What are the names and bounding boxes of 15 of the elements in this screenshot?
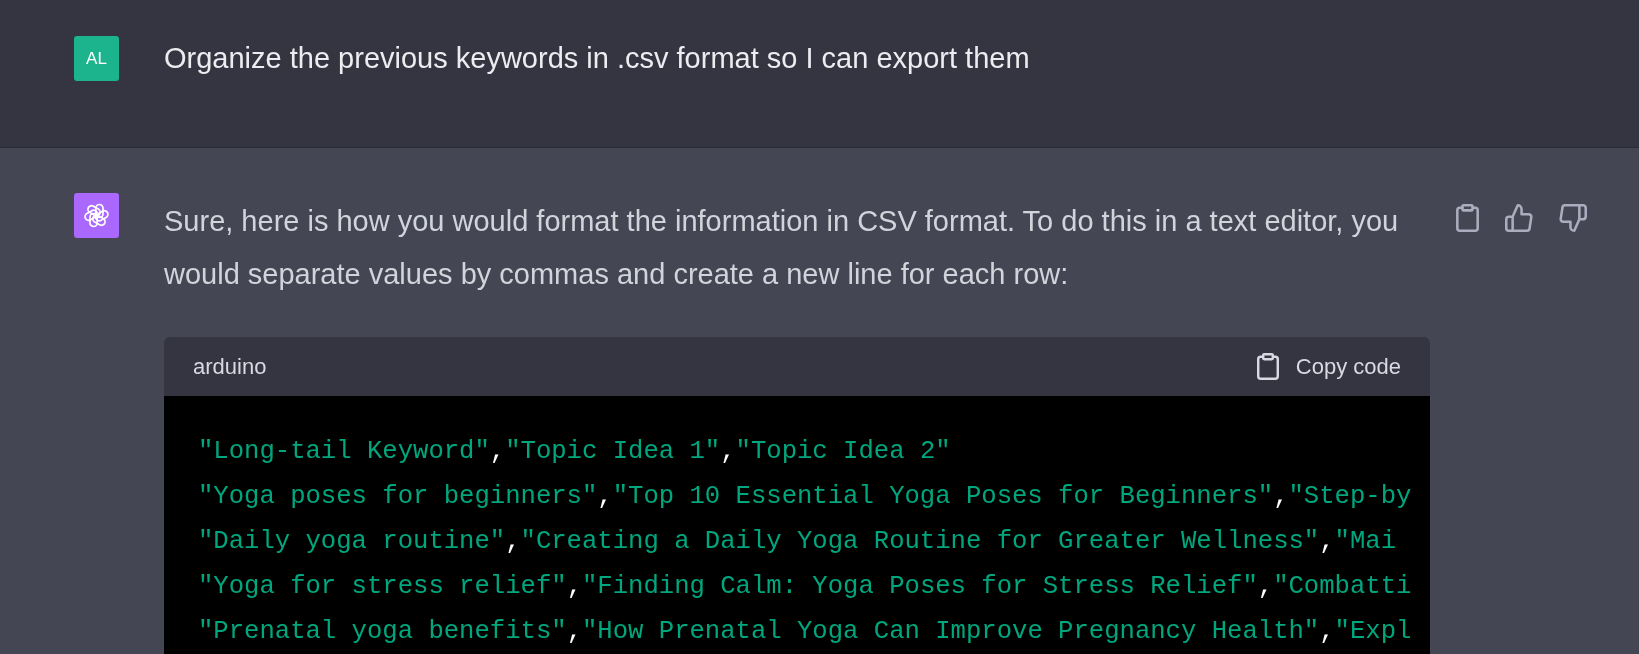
knot-logo-icon (74, 193, 119, 238)
code-line: "Yoga poses for beginners","Top 10 Essential Yoga Poses for Beginners","Step-by (198, 481, 1412, 513)
code-line: "Long-tail Keyword","Topic Idea 1","Topic Idea 2" (198, 436, 951, 468)
code-language-label: arduino (193, 353, 267, 380)
code-line: "Daily yoga routine","Creating a Daily Yoga Routine for Greater Wellness","Mai (198, 526, 1396, 558)
code-line: "Prenatal yoga benefits","How Prenatal Yoga Can Improve Pregnancy Health","Expl (198, 616, 1412, 648)
thumbs-down-icon[interactable] (1559, 204, 1587, 232)
message-text: Sure, here is how you would format the information in CSV format. To do this in a text editor, you would separate values by commas and create a new line for each row: (164, 204, 1400, 292)
thumbs-up-icon[interactable] (1505, 204, 1533, 232)
code-line: "Yoga for stress relief","Finding Calm: Yoga Poses for Stress Relief","Combatti (198, 571, 1412, 603)
user-avatar: AL (74, 36, 119, 81)
copy-code-button[interactable]: Copy code (1256, 353, 1401, 380)
message-text: Organize the previous keywords in .csv format so I can export them (164, 41, 1030, 76)
clipboard-icon[interactable] (1456, 204, 1479, 232)
clipboard-icon (1256, 353, 1279, 380)
